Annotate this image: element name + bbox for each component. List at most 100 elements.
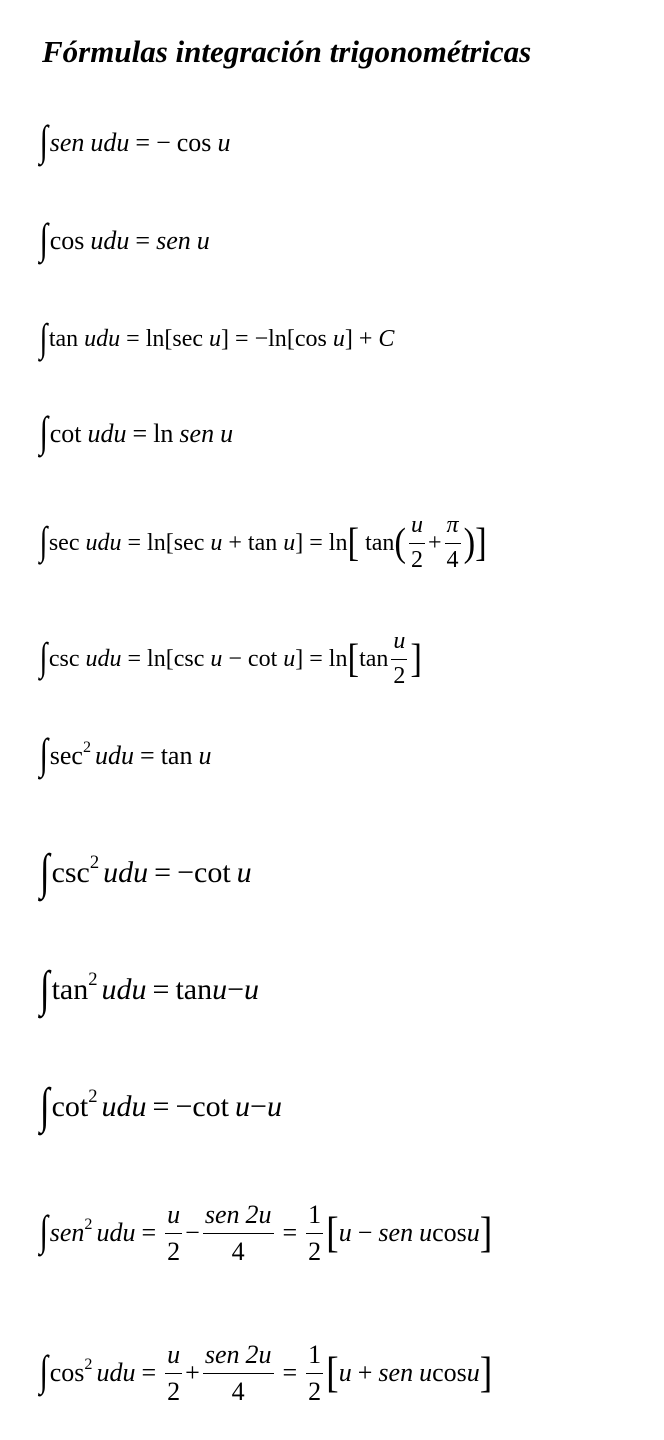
numerator: sen 2u (202, 1200, 274, 1234)
equals: = (152, 972, 170, 1006)
bracket-right: ] (221, 326, 230, 353)
integral-sign: ∫ (39, 635, 48, 680)
minus: − (177, 855, 195, 889)
var-u: u (210, 645, 223, 672)
fraction-u-over-2: u 2 (391, 628, 408, 690)
minus: − (185, 1218, 200, 1248)
bracket-left: [ (347, 635, 360, 681)
integral-sign: ∫ (39, 409, 49, 456)
fn-cot: cot (192, 1089, 230, 1123)
var-u: u (220, 419, 234, 449)
integral-sign: ∫ (39, 519, 48, 564)
fn-sen: sen (204, 1340, 240, 1369)
bracket-left: [ (347, 519, 360, 565)
integral-sign: ∫ (39, 216, 49, 263)
page-title: Fórmulas integración trigonométricas (42, 34, 532, 69)
integral-sign: ∫ (39, 316, 48, 360)
fn-sec: sec (172, 326, 204, 353)
numerator: u (165, 1200, 183, 1234)
minus: − (254, 326, 269, 353)
denominator: 2 (308, 1236, 322, 1266)
fn-ln: ln (147, 529, 166, 556)
fn-tan: tan (247, 529, 278, 556)
bracket-right: ] (295, 529, 304, 556)
fn-sec: sec (173, 529, 205, 556)
term-2u: 2u (245, 1200, 272, 1229)
fn-ln: ln (153, 419, 174, 449)
var-u: u (235, 1089, 251, 1123)
fn-ln: ln (147, 645, 166, 672)
fraction-sen2u-over-4: sen 2u 4 (202, 1200, 274, 1267)
var-u: u (198, 741, 212, 771)
fn-sen: sen (156, 226, 191, 256)
fn-ln: ln (328, 529, 348, 556)
fn-cot: cot (49, 419, 82, 449)
bracket-right: ] (344, 326, 353, 353)
formula-sen-squared: ∫ sen 2 udu = u 2 − sen 2u 4 = 1 2 [ u − … (38, 1200, 493, 1267)
integral-sign: ∫ (39, 1347, 49, 1395)
equals: = (309, 645, 323, 672)
integral-sign: ∫ (39, 844, 50, 899)
var-u: u (212, 972, 228, 1006)
formula-sec-squared: ∫ sec 2 udu = tan u (38, 733, 212, 778)
plus: + (358, 326, 373, 353)
plus: + (228, 529, 242, 556)
var-u: u (283, 645, 296, 672)
var-u: u (466, 1358, 480, 1388)
numerator: u (391, 628, 408, 660)
var-u: u (338, 1218, 352, 1248)
formula-cot-squared: ∫ cot 2 udu = − cot u − u (38, 1081, 282, 1132)
integral-sign: ∫ (39, 118, 49, 165)
fn-ln: ln (145, 326, 165, 353)
exponent: 2 (82, 738, 92, 756)
fn-cos: cos (294, 326, 327, 353)
var-u: u (419, 1358, 433, 1388)
equals: = (132, 419, 148, 449)
plus: + (427, 529, 442, 556)
var-u: u (466, 1218, 480, 1248)
term-2u: 2u (245, 1340, 272, 1369)
fraction-u-over-2: u 2 (165, 1200, 183, 1267)
formula-cos-squared: ∫ cos 2 udu = u 2 + sen 2u 4 = 1 2 [ u + … (38, 1340, 493, 1407)
fraction-1-over-2: 1 2 (306, 1200, 324, 1267)
numerator: u (408, 512, 425, 544)
fn-tan: tan (359, 645, 389, 672)
formula-csc-squared: ∫ csc 2 udu = − cot u (38, 844, 252, 899)
var-u: u (419, 1218, 433, 1248)
fraction-pi-over-4: π 4 (444, 512, 461, 574)
const-c: C (378, 326, 395, 353)
var-u: u (209, 326, 222, 353)
minus: − (357, 1218, 373, 1248)
fraction-1-over-2: 1 2 (306, 1340, 324, 1407)
fraction-sen2u-over-4: sen 2u 4 (202, 1340, 274, 1407)
exponent: 2 (84, 1215, 93, 1233)
fn-sec: sec (48, 529, 80, 556)
var-u: u (332, 326, 345, 353)
denominator: 4 (446, 546, 459, 573)
bracket-left: [ (326, 1208, 339, 1257)
fn-cos: cos (176, 128, 212, 158)
fn-sen: sen (179, 419, 215, 449)
numerator: u (165, 1340, 183, 1374)
bracket-right: ] (410, 635, 422, 681)
var-u: u (210, 529, 223, 556)
minus: − (156, 128, 171, 158)
denominator: 2 (308, 1376, 322, 1406)
bracket-right: ] (479, 1348, 493, 1397)
fn-tan: tan (51, 972, 89, 1006)
fn-sen: sen (49, 128, 85, 158)
var-udu: udu (87, 419, 127, 449)
var-u: u (236, 855, 252, 889)
var-udu: udu (85, 529, 122, 556)
fraction-u-over-2: u 2 (408, 512, 425, 574)
plus: + (185, 1358, 200, 1388)
var-udu: udu (90, 226, 130, 256)
exponent: 2 (88, 968, 98, 990)
var-udu: udu (85, 645, 122, 672)
formula-cos: ∫ cos udu = sen u (38, 216, 210, 263)
fn-sec: sec (49, 741, 83, 771)
exponent: 2 (88, 1085, 98, 1107)
numerator: 1 (306, 1200, 324, 1234)
fn-cot: cot (247, 645, 278, 672)
equals: = (127, 645, 142, 672)
